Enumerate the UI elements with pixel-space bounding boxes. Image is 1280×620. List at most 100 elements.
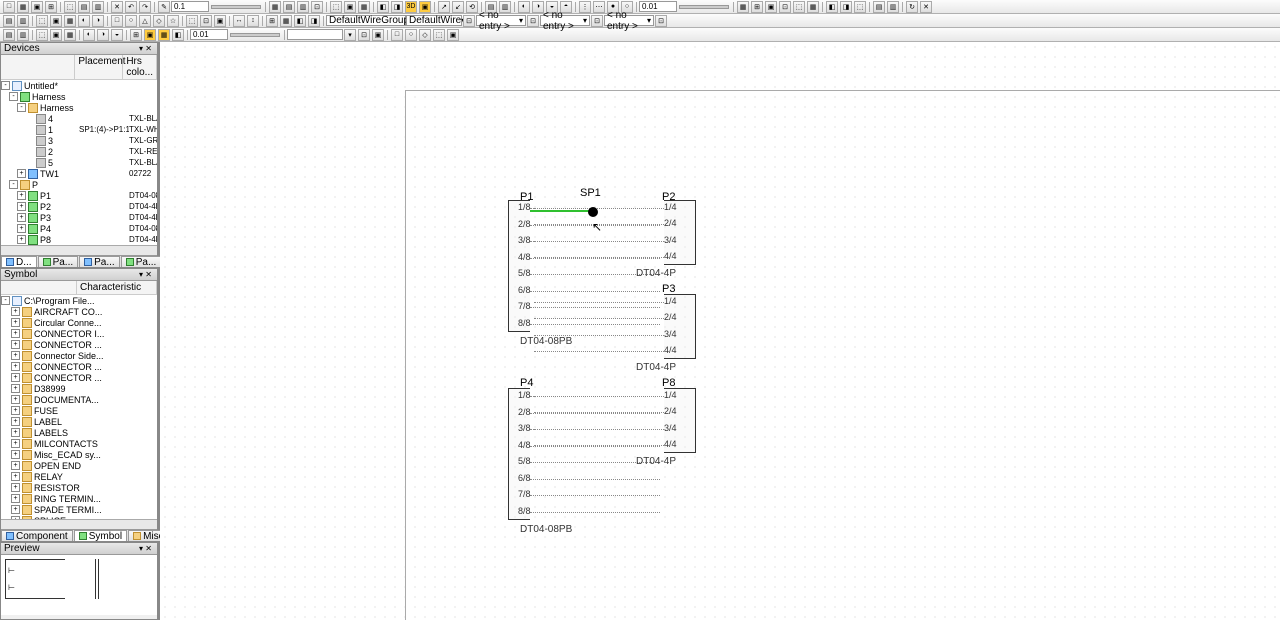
expand-icon[interactable]: - [1, 296, 10, 305]
tb2-btn-5[interactable]: ▦ [64, 15, 76, 27]
tb1-btn-5[interactable]: ⬚ [64, 1, 76, 13]
tb2-btn-12[interactable]: ☆ [167, 15, 179, 27]
tb2-btn-6[interactable]: ◐ [78, 15, 90, 27]
pin-label[interactable]: 4/8 [518, 440, 531, 450]
symbol-scroll[interactable] [1, 519, 157, 529]
symbol-tree-item[interactable]: +CONNECTOR ... [1, 372, 157, 383]
schematic-canvas[interactable]: SP1P11/82/83/84/85/86/87/88/8DT04-08PBP2… [160, 42, 1280, 620]
device-tree-item[interactable]: +P8DT04-4P [1, 234, 157, 245]
device-tree-item[interactable]: +P3DT04-4P [1, 212, 157, 223]
pin-label[interactable]: 3/4 [664, 423, 677, 433]
tb1-slider-1[interactable] [211, 5, 261, 9]
wire[interactable] [534, 396, 664, 397]
tb1-btn-48[interactable]: ✕ [920, 1, 932, 13]
tb2-btn-3[interactable]: ⬚ [36, 15, 48, 27]
wire[interactable] [534, 318, 664, 319]
tb2-dd-wire[interactable]: DefaultWire ▾ [406, 15, 462, 26]
pin-label[interactable]: 3/4 [664, 329, 677, 339]
wire[interactable] [534, 429, 664, 430]
tb1-btn-4[interactable]: ⊞ [45, 1, 57, 13]
tb1-btn-6[interactable]: ▤ [78, 1, 90, 13]
tb3-btn-15[interactable]: ▣ [372, 29, 384, 41]
tb2-btn-24[interactable]: ⊡ [591, 15, 603, 27]
sym-hdr-1[interactable]: Characteristic [77, 281, 157, 294]
tb2-btn-8[interactable]: □ [111, 15, 123, 27]
tb1-btn-7[interactable]: ▥ [92, 1, 104, 13]
tb2-btn-23[interactable]: ⊡ [527, 15, 539, 27]
tb1-btn-16[interactable]: ⬚ [330, 1, 342, 13]
wire[interactable] [530, 479, 660, 480]
pin-label[interactable]: 5/8 [518, 456, 531, 466]
tb2-btn-13[interactable]: ⬚ [186, 15, 198, 27]
expand-icon[interactable]: + [17, 202, 26, 211]
wire[interactable] [534, 257, 664, 258]
wire[interactable] [534, 208, 664, 209]
devices-scroll[interactable] [1, 245, 157, 255]
wire[interactable] [530, 495, 660, 496]
symbol-tree-item[interactable]: +CONNECTOR ... [1, 361, 157, 372]
tb1-btn-23[interactable]: ↗ [438, 1, 450, 13]
pin-label[interactable]: 2/4 [664, 312, 677, 322]
devices-tab[interactable]: Pa... [79, 256, 120, 267]
symbol-tree-item[interactable]: +RING TERMIN... [1, 493, 157, 504]
tb3-btn-7[interactable]: ◑ [97, 29, 109, 41]
tb3-btn-6[interactable]: ◐ [83, 29, 95, 41]
tb3-btn-18[interactable]: ◇ [419, 29, 431, 41]
tb2-btn-2[interactable]: ▥ [17, 15, 29, 27]
dev-hdr-0[interactable] [1, 55, 75, 79]
expand-icon[interactable]: + [17, 191, 26, 200]
expand-icon[interactable]: + [11, 351, 20, 360]
expand-icon[interactable]: - [9, 180, 18, 189]
tb2-btn-11[interactable]: ◇ [153, 15, 165, 27]
symbol-tree-item[interactable]: -C:\Program File... [1, 295, 157, 306]
tb3-btn-19[interactable]: ⬚ [433, 29, 445, 41]
preview-close-icon[interactable]: ▾ ✕ [137, 544, 154, 553]
splice-node[interactable] [588, 207, 598, 217]
expand-icon[interactable]: + [11, 483, 20, 492]
pin-label[interactable]: 4/4 [664, 345, 677, 355]
symbol-tree-item[interactable]: +D38999 [1, 383, 157, 394]
wire[interactable] [534, 241, 664, 242]
tb1-btn-22[interactable]: ▣ [419, 1, 431, 13]
tb2-btn-25[interactable]: ⊡ [655, 15, 667, 27]
wire[interactable] [534, 412, 664, 413]
tb1-btn-14[interactable]: ▥ [297, 1, 309, 13]
pin-label[interactable]: 2/8 [518, 407, 531, 417]
tb1-btn-46[interactable]: ▥ [887, 1, 899, 13]
tb1-btn-11[interactable]: ✎ [158, 1, 170, 13]
tb2-dd-4[interactable]: < no entry > ▾ [540, 15, 590, 26]
expand-icon[interactable]: + [11, 417, 20, 426]
symbol-close-icon[interactable]: ▾ ✕ [137, 270, 154, 279]
tb2-btn-21[interactable]: ◨ [308, 15, 320, 27]
symbol-tree[interactable]: -C:\Program File...+AIRCRAFT CO...+Circu… [1, 295, 157, 519]
tb1-btn-47[interactable]: ↻ [906, 1, 918, 13]
devices-tab[interactable]: D... [1, 256, 37, 267]
expand-icon[interactable]: + [11, 318, 20, 327]
tb3-btn-13[interactable]: ▾ [344, 29, 356, 41]
device-tree-item[interactable]: +P1DT04-08P... [1, 190, 157, 201]
device-tree-item[interactable]: 2TXL-RED-2... [1, 146, 157, 157]
wire[interactable] [534, 302, 664, 303]
tb1-btn-2[interactable]: ▦ [17, 1, 29, 13]
wire[interactable] [530, 291, 660, 292]
tb1-btn-42[interactable]: ◧ [826, 1, 838, 13]
expand-icon[interactable]: + [11, 340, 20, 349]
symbol-tree-item[interactable]: +DOCUMENTA... [1, 394, 157, 405]
device-tree-item[interactable]: +TW102722 [1, 168, 157, 179]
pin-label[interactable]: 2/4 [664, 406, 677, 416]
tb2-btn-18[interactable]: ⊞ [266, 15, 278, 27]
tb3-btn-16[interactable]: □ [391, 29, 403, 41]
tb3-btn-14[interactable]: ⊡ [358, 29, 370, 41]
devices-tab[interactable]: Pa... [38, 256, 79, 267]
tb1-btn-10[interactable]: ↷ [139, 1, 151, 13]
symbol-tree-item[interactable]: +RELAY [1, 471, 157, 482]
tb1-btn-20[interactable]: ◨ [391, 1, 403, 13]
tb2-dd-wiregroup[interactable]: DefaultWireGroup ▾ [326, 15, 406, 26]
tb2-dd-3[interactable]: < no entry > ▾ [476, 15, 526, 26]
tb1-btn-12[interactable]: ▦ [269, 1, 281, 13]
wire-active[interactable] [530, 210, 592, 212]
expand-icon[interactable]: + [11, 406, 20, 415]
devices-tree[interactable]: -Untitled*-Harness-Harness4TXL-BLAC...1S… [1, 80, 157, 245]
tb3-slider-1[interactable] [230, 33, 280, 37]
expand-icon[interactable]: + [11, 439, 20, 448]
